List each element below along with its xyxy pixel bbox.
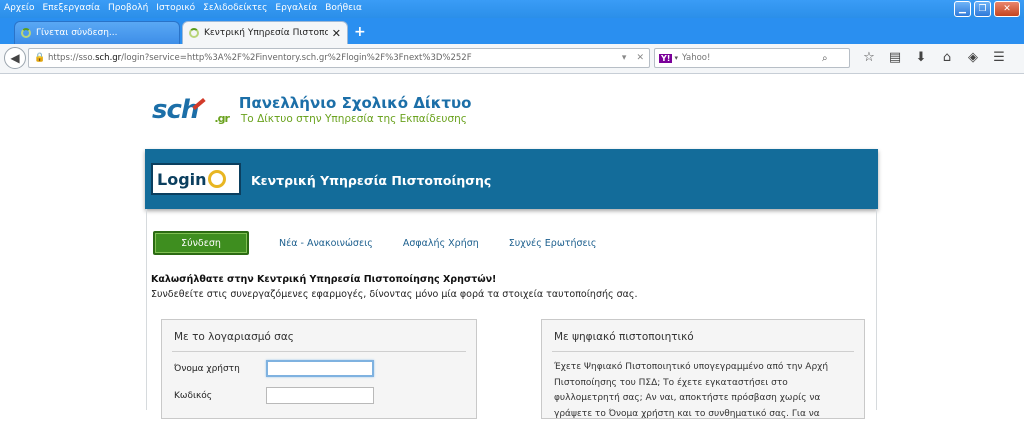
stop-icon[interactable]: ✕ <box>636 53 644 63</box>
site-text: Πανελλήνιο Σχολικό Δίκτυο Το Δίκτυο στην… <box>239 94 472 126</box>
welcome-heading: Καλωσήλθατε στην Κεντρική Υπηρεσία Πιστο… <box>151 274 497 285</box>
nav-news-link[interactable]: Νέα - Ανακοινώσεις <box>279 238 373 249</box>
loading-spinner-icon <box>189 28 199 38</box>
site-title: Πανελλήνιο Σχολικό Δίκτυο <box>238 94 472 112</box>
logo-suffix: .gr <box>214 112 230 125</box>
star-icon[interactable]: ☆ <box>856 50 882 65</box>
main-content: Σύνδεση Νέα - Ανακοινώσεις Ασφαλής Χρήση… <box>146 209 877 419</box>
dropdown-arrow-icon[interactable]: ▾ <box>622 53 627 63</box>
menu-icon[interactable]: ☰ <box>986 50 1012 65</box>
search-icon[interactable]: ⌕ <box>822 53 828 64</box>
restore-icon[interactable]: ❐ <box>974 1 991 17</box>
service-banner: Login Κεντρική Υπηρεσία Πιστοποίησης <box>145 149 878 209</box>
url-path: /login?service=http%3A%2F%2Finventory.sc… <box>121 53 472 63</box>
search-bar[interactable]: Y! ▾ ⌕ <box>654 48 850 68</box>
menu-view[interactable]: Προβολή <box>108 1 148 15</box>
yahoo-icon[interactable]: Y! <box>659 53 673 63</box>
key-icon <box>207 170 226 188</box>
cert-panel-text: Έχετε Ψηφιακό Πιστοποιητικό υπογεγραμμέν… <box>554 362 829 419</box>
close-tab-icon[interactable]: ✕ <box>332 27 341 40</box>
nav-login-button[interactable]: Σύνδεση <box>153 231 249 255</box>
panel-divider <box>172 351 466 352</box>
new-tab-icon[interactable]: + <box>354 24 366 40</box>
url-prefix: https://sso. <box>48 53 96 63</box>
nav-safe-use-link[interactable]: Ασφαλής Χρήση <box>403 238 479 249</box>
tab-sso[interactable]: Κεντρική Υπηρεσία Πιστοποίησ... ✕ <box>182 21 348 44</box>
download-icon[interactable]: ⬇ <box>908 50 934 65</box>
account-panel-title: Με το λογαριασμό σας <box>174 331 294 343</box>
address-bar[interactable]: 🔒 https://sso.sch.gr/login?service=http%… <box>28 48 650 68</box>
site-header: sch .gr Πανελλήνιο Σχολικό Δίκτυο Το Δίκτ… <box>152 94 471 126</box>
home-icon[interactable]: ⌂ <box>934 50 960 65</box>
menu-tools[interactable]: Εργαλεία <box>275 1 317 15</box>
logo-text: sch <box>152 95 199 125</box>
panel-divider <box>552 351 854 352</box>
menu-history[interactable]: Ιστορικό <box>156 1 195 15</box>
close-window-icon[interactable]: ✕ <box>994 1 1020 17</box>
engine-dropdown-icon[interactable]: ▾ <box>674 54 678 62</box>
clipboard-icon[interactable]: ▤ <box>882 50 908 65</box>
web-page: sch .gr Πανελλήνιο Σχολικό Δίκτυο Το Δίκτ… <box>0 74 1024 419</box>
back-arrow-icon[interactable]: ◀ <box>4 47 26 69</box>
cert-panel-title: Με ψηφιακό πιστοποιητικό <box>554 331 694 343</box>
menu-help[interactable]: Βοήθεια <box>325 1 362 15</box>
menu-bar: Αρχείο Επεξεργασία Προβολή Ιστορικό Σελι… <box>0 0 1024 18</box>
username-input[interactable] <box>266 360 374 377</box>
extension-icon[interactable]: ◈ <box>960 50 986 65</box>
certificate-login-panel: Με ψηφιακό πιστοποιητικό Έχετε Ψηφιακό Π… <box>541 319 865 419</box>
nav-faq-link[interactable]: Συχνές Ερωτήσεις <box>509 238 597 249</box>
nav-links: Νέα - Ανακοινώσεις Ασφαλής Χρήση Συχνές … <box>279 238 626 249</box>
menu-file[interactable]: Αρχείο <box>4 1 35 15</box>
nav-toolbar: ◀ 🔒 https://sso.sch.gr/login?service=htt… <box>0 44 1024 74</box>
sch-logo[interactable]: sch .gr <box>152 95 230 125</box>
menu-edit[interactable]: Επεξεργασία <box>43 1 101 15</box>
lock-icon: 🔒 <box>34 53 46 63</box>
menu-list: Αρχείο Επεξεργασία Προβολή Ιστορικό Σελι… <box>4 1 370 15</box>
tab-label: Γίνεται σύνδεση... <box>36 28 118 38</box>
url-host: sch.gr <box>95 53 122 63</box>
url-text[interactable]: https://sso.sch.gr/login?service=http%3A… <box>48 53 617 63</box>
welcome-text: Συνδεθείτε στις συνεργαζόμενες εφαρμογές… <box>151 289 638 300</box>
banner-title: Κεντρική Υπηρεσία Πιστοποίησης <box>251 173 492 188</box>
password-label: Κωδικός <box>174 391 213 401</box>
browser-chrome: Αρχείο Επεξεργασία Προβολή Ιστορικό Σελι… <box>0 0 1024 74</box>
tab-label: Κεντρική Υπηρεσία Πιστοποίησ... <box>204 28 328 38</box>
tab-strip: Γίνεται σύνδεση... Κεντρική Υπηρεσία Πισ… <box>0 18 1024 44</box>
site-subtitle: Το Δίκτυο στην Υπηρεσία της Εκπαίδευσης <box>240 113 467 125</box>
login-badge: Login <box>151 163 241 195</box>
toolbar-icons: ☆ ▤ ⬇ ⌂ ◈ ☰ <box>856 50 1012 65</box>
login-badge-text: Login <box>157 169 207 189</box>
account-login-panel: Με το λογαριασμό σας Όνομα χρήστη Κωδικό… <box>161 319 477 419</box>
menu-bookmarks[interactable]: Σελιδοδείκτες <box>203 1 267 15</box>
password-input[interactable] <box>266 387 374 404</box>
username-label: Όνομα χρήστη <box>174 364 240 374</box>
search-input[interactable] <box>681 53 822 63</box>
minimize-icon[interactable]: ▁ <box>954 1 971 17</box>
window-controls: ▁ ❐ ✕ <box>954 1 1020 17</box>
tab-connecting[interactable]: Γίνεται σύνδεση... <box>14 21 180 44</box>
loading-spinner-icon <box>21 28 31 38</box>
